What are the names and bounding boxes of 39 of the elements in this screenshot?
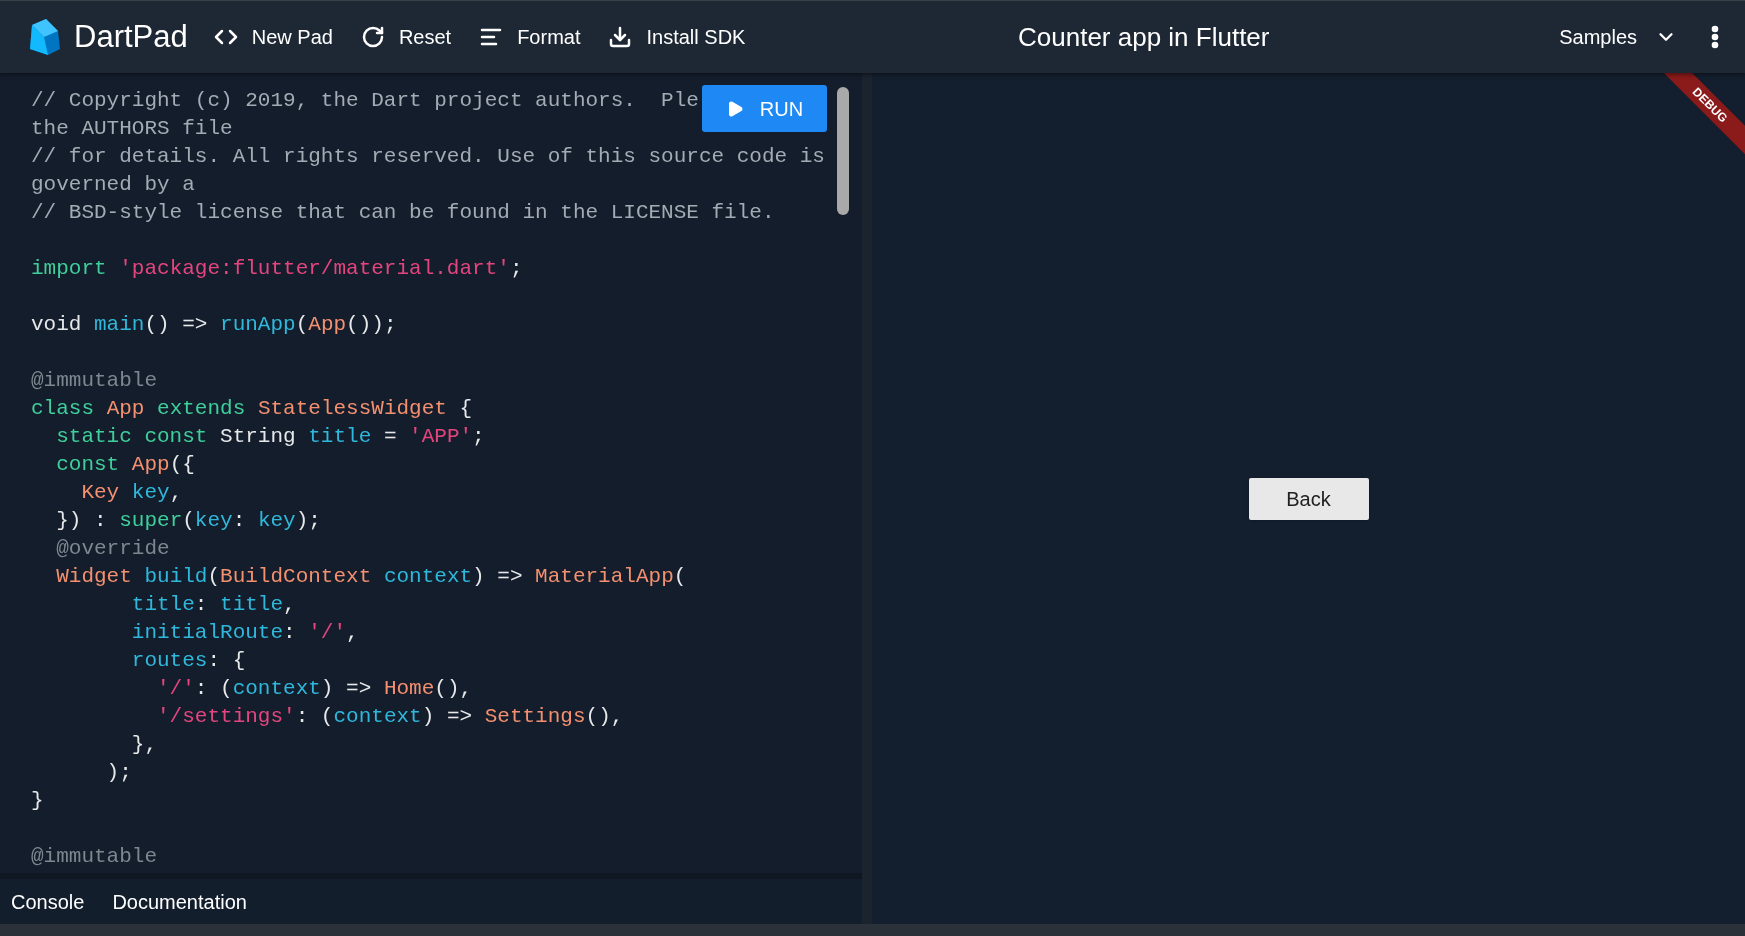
toolbar-button[interactable]: New Pad [213,22,333,52]
code-line: @immutable [31,368,158,394]
code-line: // for details. All rights reserved. Use of this source code is [31,144,825,170]
back-button[interactable]: Back [1248,477,1369,520]
toolbar-button[interactable]: Format [479,22,581,52]
code-line: }) : super(key: key); [55,508,321,534]
toolbar-button[interactable]: Install SDK [608,22,746,52]
code-line: the AUTHORS file [31,116,233,142]
code-line: '/settings': (context) => Settings(), [156,704,624,730]
code-line: Widget build(BuildContext context) => MaterialApp( [55,564,687,590]
code-line: ); [105,760,132,786]
code-line: import 'package:flutter/material.dart'; [31,256,523,282]
code-line: }, [130,732,158,758]
panel-tab[interactable]: Documentation [112,886,247,917]
code-line: // BSD-style license that can be found in the LICENSE file. [31,200,775,226]
code-line: } [31,788,44,814]
download-icon [608,25,633,49]
code-line: void main() => runApp(App()); [31,312,397,338]
code-line: governed by a [31,172,195,198]
code-line: class App extends StatelessWidget { [31,396,473,422]
panel-tab[interactable]: Console [11,886,85,917]
code-line: @override [55,536,170,562]
code-line: // Copyright (c) 2019, the Dart project authors. Ple [31,88,699,114]
pad-title: Counter app in Flutter [1018,20,1270,54]
more-menu-button[interactable] [1711,25,1719,49]
code-line: '/': (context) => Home(), [156,676,473,702]
code-line: routes: { [130,648,246,674]
toolbar-button[interactable]: Reset [360,22,452,52]
samples-dropdown[interactable]: Samples [1559,22,1677,52]
code-line: @immutable [31,844,158,870]
code-line: title: title, [130,592,296,618]
refresh-icon [360,25,385,49]
code-line: initialRoute: '/', [130,620,359,646]
run-button[interactable]: RUN [702,85,827,132]
code-line: static const String title = 'APP'; [55,424,485,450]
code-line: const App({ [55,452,195,478]
code-line: Key key, [80,480,183,506]
more-vertical-icon [1711,25,1719,49]
app-name: DartPad [74,17,188,56]
